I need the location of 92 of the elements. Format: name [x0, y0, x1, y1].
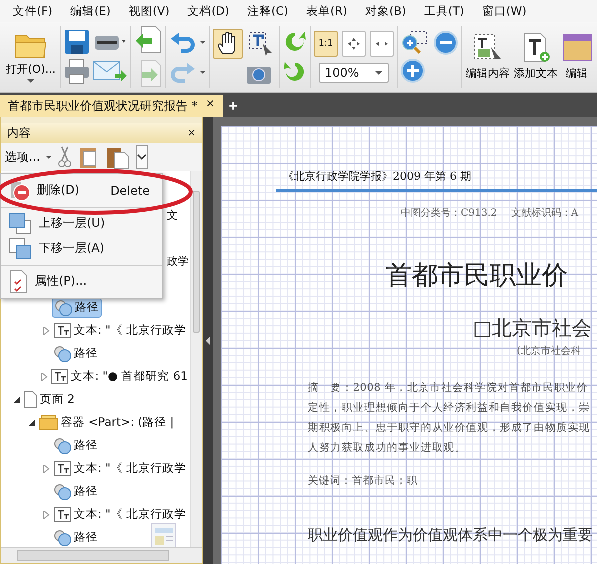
tree-item[interactable]: 路径 [52, 344, 100, 362]
zoom-select[interactable]: 100% [319, 63, 389, 83]
menu-item[interactable]: 属性(P)... [1, 265, 162, 294]
menu-item[interactable]: 窗口(W) [473, 4, 536, 18]
tree-item[interactable]: 文本: "《 北京行政学 [52, 506, 188, 524]
thumbnail-icon[interactable] [151, 523, 177, 547]
zoom-in-icon[interactable] [401, 59, 425, 83]
article-author: □北京市社会 [472, 315, 593, 342]
caret-icon[interactable] [200, 40, 206, 44]
tree-item[interactable]: 文本: "《 北京行政学 [52, 460, 188, 478]
panel-title: 内容 [7, 124, 31, 142]
text-object-icon [51, 368, 70, 384]
menu-item[interactable]: 编辑(E) [62, 4, 120, 18]
path-icon [54, 530, 72, 546]
menu-item[interactable]: 文件(F) [4, 4, 62, 18]
document-tab[interactable]: 首都市民职业价值观状况研究报告 * × [0, 95, 224, 117]
collapsed-arrow-icon[interactable] [41, 510, 52, 518]
rotate-counterclockwise-icon[interactable] [283, 60, 307, 84]
vertical-scrollbar[interactable] [190, 171, 202, 547]
new-tab-button[interactable]: + [223, 95, 244, 117]
text-object-icon [54, 506, 72, 522]
bring-forward-icon [9, 212, 33, 234]
tree-item-text: 政学 [167, 254, 189, 269]
hand-tool[interactable] [213, 29, 243, 59]
path-icon [54, 438, 72, 454]
collapsed-arrow-icon[interactable] [41, 372, 50, 380]
paste-icon[interactable] [106, 145, 130, 169]
menu-item[interactable]: 对象(B) [356, 4, 416, 18]
abstract-line: 人努力获取成功的事业进取观。 [308, 441, 468, 456]
keywords-line: 关键词：首都市民；职 [307, 474, 419, 488]
caret-icon[interactable] [46, 156, 52, 158]
path-icon [55, 300, 73, 316]
abstract-line: 摘 要：2008 年，北京市社会科学院对首都市民职业价 [308, 381, 590, 396]
menu-item[interactable]: 下移一层(A) [1, 236, 162, 261]
more-button[interactable] [136, 145, 148, 169]
edit-button[interactable]: 编辑 [561, 33, 593, 81]
fit-page-button[interactable] [342, 31, 366, 57]
undo-icon[interactable] [169, 30, 197, 54]
zoom-out-icon[interactable] [434, 31, 458, 55]
menu-item[interactable]: 上移一层(U) [1, 207, 162, 236]
document-code: 文献标识码：A [511, 206, 579, 220]
printer-icon[interactable] [64, 59, 90, 85]
tree-item[interactable]: 路径 [52, 298, 102, 318]
page-icon [24, 390, 38, 408]
journal-header: 《北京行政学院学报》2009 年第 6 期 [282, 169, 472, 184]
tree-item[interactable]: 路径 [52, 436, 100, 454]
scissors-icon[interactable] [58, 146, 72, 168]
fit-page-icon [347, 37, 361, 51]
tree-item[interactable]: 文本: "● 首都研究 61 [49, 368, 190, 386]
open-button[interactable]: 打开(O)... [6, 62, 56, 76]
tree-item-text: 文 [167, 208, 178, 223]
tree-item[interactable]: 容器 <Part>: (路径 | [37, 414, 176, 432]
abstract-line: 期积极向上、忠于职守的从业价值观，形成了由物质实现 [308, 421, 592, 436]
article-title: 首都市民职业价 [385, 260, 569, 293]
menu-item[interactable]: 视图(V) [120, 4, 179, 18]
collapsed-arrow-icon[interactable] [41, 326, 52, 334]
close-tab-button[interactable]: × [206, 97, 216, 110]
properties-icon [9, 270, 29, 294]
edit-content-button[interactable]: 编辑内容 [465, 33, 511, 81]
delete-icon [9, 180, 31, 202]
horizontal-scrollbar[interactable] [1, 547, 202, 563]
classification-number: 中图分类号：C913.2 [401, 206, 498, 220]
text-object-icon [54, 460, 72, 476]
chevron-down-icon [137, 153, 148, 161]
page-arrow-left-icon[interactable] [134, 26, 162, 54]
path-icon [54, 484, 72, 500]
close-panel-button[interactable]: × [188, 128, 196, 138]
author-affiliation: (北京市社会科 [516, 344, 582, 358]
tree-item[interactable]: 页面 2 [22, 390, 77, 410]
menu-item[interactable]: 表单(R) [298, 4, 357, 18]
form-icon [562, 33, 592, 63]
folder-icon [39, 414, 59, 430]
menu-item[interactable]: 工具(T) [415, 4, 474, 18]
abstract-line: 定性，职业理想倾向于个人经济利益和自我价值实现，崇 [308, 401, 592, 416]
options-button[interactable]: 选项... [5, 148, 40, 166]
tree-item[interactable]: 路径 [52, 528, 100, 546]
caret-icon[interactable] [200, 70, 206, 74]
rotate-clockwise-icon[interactable] [283, 30, 307, 54]
menu-item[interactable]: 注释(C) [238, 4, 298, 18]
tree-item[interactable]: 文本: "《 北京行政学 [52, 322, 188, 340]
add-text-button[interactable]: 添加文本 [513, 33, 559, 81]
collapse-arrow-icon[interactable] [206, 336, 210, 344]
send-backward-icon [9, 238, 33, 260]
actual-size-button[interactable]: 1:1 [314, 31, 338, 57]
path-icon [54, 346, 72, 362]
tree-item[interactable]: 路径 [52, 482, 100, 500]
text-object-icon [54, 322, 72, 338]
save-icon[interactable] [64, 29, 90, 55]
collapsed-arrow-icon[interactable] [41, 464, 52, 472]
caret-icon[interactable] [27, 78, 35, 82]
body-text: 职业价值观作为价值观体系中一个极为重要 [307, 525, 594, 545]
menu-item[interactable]: 文档(D) [178, 4, 239, 18]
